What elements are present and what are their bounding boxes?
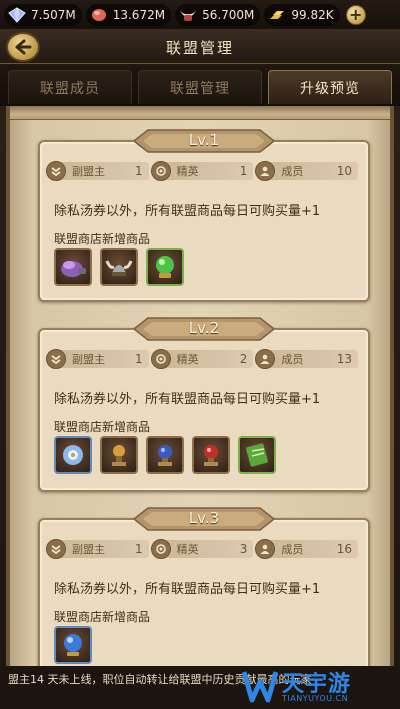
level-stats: 副盟主 1 精英 3 成员 16: [46, 539, 359, 560]
gold-bars-icon: [266, 6, 288, 24]
description-text: 除私汤券以外，所有联盟商品每日可购买量: [54, 582, 302, 597]
blue-globe-icon[interactable]: [54, 626, 92, 664]
stat-value: 1: [135, 352, 143, 366]
stat-label: 成员: [281, 543, 304, 556]
person-icon: [255, 161, 276, 181]
stat-members: 成员 16: [255, 539, 359, 559]
page-title: 联盟管理: [165, 39, 234, 57]
level-card-2: Lv.2 副盟主 1 精英 2 成员 13 除私汤券以外，所有联盟商品每日可购买…: [38, 317, 370, 492]
level-banner: Lv.1: [134, 126, 274, 156]
stat-vice-leader: 副盟主 1: [46, 349, 149, 369]
tab-upgrade-preview[interactable]: 升级预览: [268, 70, 392, 104]
stat-elite: 精英 1: [150, 161, 254, 181]
stat-label: 成员: [281, 165, 304, 178]
bonus-value: +1: [301, 204, 321, 219]
stat-label: 副盟主: [72, 165, 105, 178]
stat-label: 副盟主: [72, 543, 105, 556]
stat-value: 3: [239, 542, 248, 556]
stat-elite: 精英 2: [150, 349, 254, 369]
stat-value: 1: [135, 164, 143, 178]
level-label: Lv.1: [188, 131, 220, 149]
stat-members: 成员 10: [255, 161, 359, 181]
red-orb-icon[interactable]: [192, 436, 230, 474]
stat-value: 1: [239, 164, 248, 178]
w-logo-icon: [242, 671, 278, 703]
tab-alliance-management[interactable]: 联盟管理: [138, 70, 262, 104]
level-description: 除私汤券以外，所有联盟商品每日可购买量+1: [54, 578, 320, 597]
meat-icon: [88, 6, 110, 24]
stat-value: 10: [336, 164, 353, 178]
title-bar: 联盟管理: [0, 30, 400, 64]
blue-orb-icon[interactable]: [146, 436, 184, 474]
shop-items-title: 联盟商店新增商品: [54, 610, 151, 624]
shop-items: [54, 436, 276, 474]
stat-value: 1: [135, 542, 143, 556]
level-stats: 副盟主 1 精英 1 成员 10: [46, 161, 359, 182]
level-description: 除私汤券以外，所有联盟商品每日可购买量+1: [54, 388, 320, 407]
stat-label: 副盟主: [72, 353, 105, 366]
level-banner: Lv.3: [134, 504, 274, 534]
green-scroll-icon[interactable]: [238, 436, 276, 474]
level-card-1: Lv.1 副盟主 1 精英 1 成员 10 除私汤券以外，所有联盟商品每日可购买…: [38, 129, 370, 302]
level-label: Lv.2: [188, 319, 220, 337]
person-icon: [255, 539, 276, 559]
resource-helmets-value: 56.700M: [202, 7, 255, 22]
resource-meat-value: 13.672M: [112, 7, 166, 22]
gear-badge-icon: [150, 539, 171, 559]
site-watermark: 天宇游 TIANYUYOU.CN: [242, 664, 392, 708]
viking-helmet-icon[interactable]: [100, 248, 138, 286]
chevron-rank-icon: [46, 161, 66, 181]
shop-items-title: 联盟商店新增商品: [54, 232, 151, 246]
purple-beetle-icon[interactable]: [54, 248, 92, 286]
stat-label: 精英: [176, 165, 199, 178]
shop-items: [54, 626, 92, 664]
description-text: 除私汤券以外，所有联盟商品每日可购买量: [54, 204, 302, 219]
level-banner: Lv.2: [134, 314, 274, 344]
watermark-url: TIANYUYOU.CN: [282, 694, 349, 703]
tab-bar: 联盟成员 联盟管理 升级预览: [0, 64, 400, 106]
tab-alliance-members[interactable]: 联盟成员: [8, 70, 132, 104]
level-stats: 副盟主 1 精英 2 成员 13: [46, 349, 359, 370]
person-icon: [255, 349, 276, 369]
stat-label: 成员: [281, 353, 304, 366]
gear-badge-icon: [150, 349, 171, 369]
bonus-value: +1: [301, 582, 321, 597]
resource-helmets[interactable]: 56.700M: [175, 3, 261, 26]
shop-items: [54, 248, 184, 286]
game-screen: 7.507M 13.672M 56.700M 99.82K + 联盟管理 联盟成…: [0, 0, 400, 709]
stat-value: 13: [336, 352, 353, 366]
bronze-trophy-icon[interactable]: [100, 436, 138, 474]
green-orb-icon[interactable]: [146, 248, 184, 286]
chevron-rank-icon: [46, 539, 66, 559]
shop-items-title: 联盟商店新增商品: [54, 420, 151, 434]
resource-gems-value: 7.507M: [31, 7, 76, 22]
gear-badge-icon: [150, 161, 171, 181]
stat-vice-leader: 副盟主 1: [46, 161, 149, 181]
resource-gold[interactable]: 99.82K: [264, 3, 340, 26]
stat-vice-leader: 副盟主 1: [46, 539, 149, 559]
stat-elite: 精英 3: [150, 539, 254, 559]
level-label: Lv.3: [188, 509, 220, 527]
bonus-value: +1: [301, 392, 321, 407]
stat-value: 2: [239, 352, 248, 366]
stat-label: 精英: [176, 353, 199, 366]
resource-gems[interactable]: 7.507M: [4, 3, 82, 26]
level-card-3: Lv.3 副盟主 1 精英 3 成员 16 除私汤券以外，所有联盟商品每日可购买…: [38, 507, 370, 666]
parchment-panel[interactable]: Lv.1 副盟主 1 精英 1 成员 10 除私汤券以外，所有联盟商品每日可购买…: [6, 106, 394, 666]
level-description: 除私汤券以外，所有联盟商品每日可购买量+1: [54, 200, 320, 219]
resource-bar: 7.507M 13.672M 56.700M 99.82K +: [0, 0, 400, 30]
chevron-rank-icon: [46, 349, 66, 369]
horn-helmet-icon: [177, 6, 199, 24]
description-text: 除私汤券以外，所有联盟商品每日可购买量: [54, 392, 302, 407]
stat-value: 16: [336, 542, 353, 556]
stat-members: 成员 13: [255, 349, 359, 369]
resource-meat[interactable]: 13.672M: [85, 3, 172, 26]
gear-ornament-icon[interactable]: [54, 436, 92, 474]
add-currency-button[interactable]: +: [345, 4, 366, 25]
gem-icon: [6, 6, 28, 24]
scroll-roll: [10, 106, 390, 120]
stat-label: 精英: [176, 543, 199, 556]
resource-gold-value: 99.82K: [291, 7, 334, 22]
